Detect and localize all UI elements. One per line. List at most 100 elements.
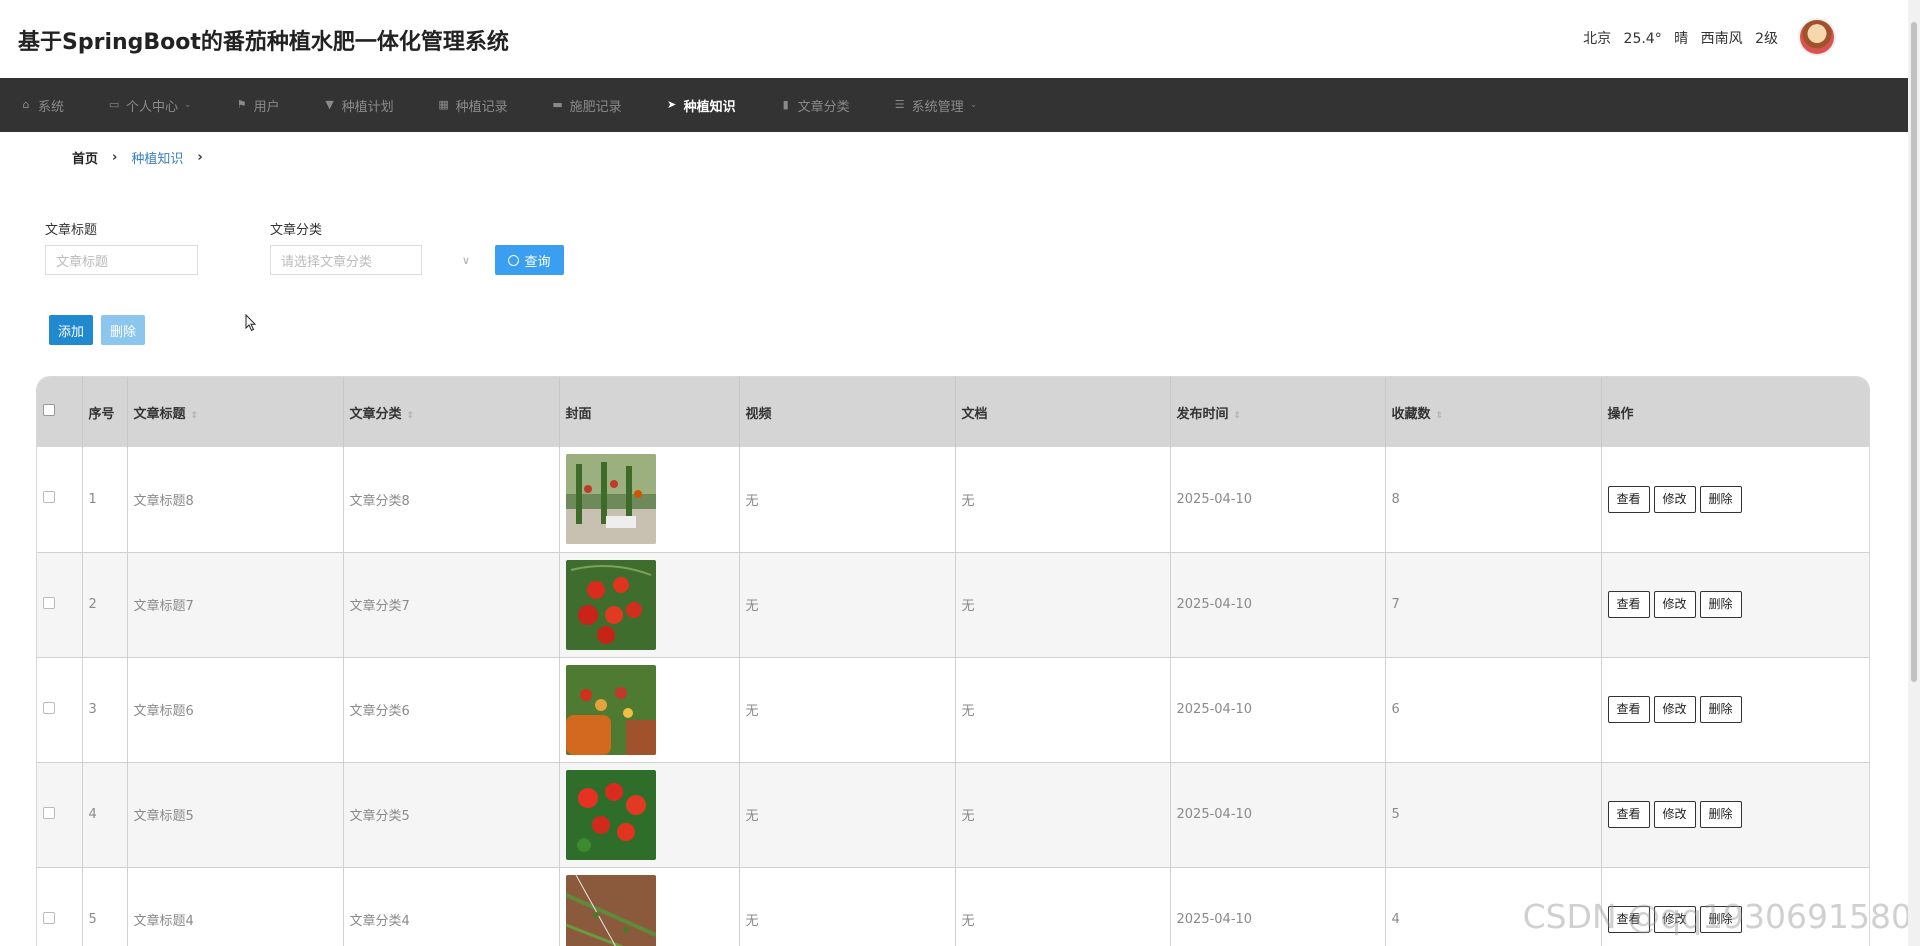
nav-label: 系统管理 <box>911 99 964 115</box>
delete-button[interactable]: 删除 <box>1699 696 1742 723</box>
nav-label: 文章分类 <box>797 99 850 115</box>
main-navbar: ⌂ 系统 ▭ 个人中心 ⌄ ⚑ 用户 ▼ 种植计划 ▦ 种植记录 ▬ 施肥记录 … <box>0 78 1908 132</box>
column-header-title[interactable]: 文章标题 ⇕ <box>127 377 344 447</box>
cover-image[interactable] <box>565 874 656 946</box>
avatar[interactable] <box>1798 18 1836 56</box>
breadcrumb-separator: › <box>197 150 203 165</box>
row-cover-cell <box>559 447 740 553</box>
title-search-label: 文章标题 <box>45 223 98 238</box>
table-row: 3 文章标题6 文章分类6 无 无 2025-04-10 6 查看 修改 删除 <box>37 657 1869 763</box>
column-header-index: 序号 <box>82 377 128 447</box>
nav-item-system-management[interactable]: ☰ 系统管理 ⌄ <box>872 78 1000 132</box>
batch-delete-button[interactable]: 删除 <box>101 315 145 345</box>
row-video: 无 <box>739 447 956 553</box>
table-row: 1 文章标题8 文章分类8 无 无 2025-04-10 8 查看 修改 删除 <box>37 447 1869 553</box>
page-scrollbar[interactable] <box>1908 0 1920 946</box>
column-header-publish-time[interactable]: 发布时间 ⇕ <box>1170 377 1386 447</box>
row-title: 文章标题5 <box>127 762 344 868</box>
row-checkbox[interactable] <box>43 911 55 924</box>
column-header-cover: 封面 <box>559 377 740 447</box>
category-select-placeholder: 请选择文章分类 <box>281 254 373 270</box>
nav-label: 种植计划 <box>341 99 394 115</box>
nav-item-system[interactable]: ⌂ 系统 <box>0 78 86 132</box>
add-button[interactable]: 添加 <box>49 315 93 345</box>
row-publish-time: 2025-04-10 <box>1170 552 1386 658</box>
row-category: 文章分类5 <box>343 762 560 868</box>
trophy-icon: ▼ <box>325 98 334 111</box>
row-title: 文章标题8 <box>127 447 344 553</box>
sort-icon[interactable]: ⇕ <box>191 411 199 421</box>
edit-button[interactable]: 修改 <box>1653 801 1696 828</box>
row-favorites: 6 <box>1385 657 1602 763</box>
nav-item-planting-record[interactable]: ▦ 种植记录 <box>416 78 530 132</box>
weather-condition: 晴 <box>1674 31 1689 47</box>
breadcrumb-home[interactable]: 首页 <box>72 148 98 167</box>
row-document: 无 <box>955 762 1171 868</box>
row-checkbox[interactable] <box>43 491 55 504</box>
query-button[interactable]: 查询 <box>495 245 564 275</box>
nav-label: 种植知识 <box>683 99 736 115</box>
row-document: 无 <box>955 867 1171 946</box>
cover-image[interactable] <box>565 559 656 650</box>
calendar-icon: ▭ <box>108 98 120 111</box>
column-header-favorites[interactable]: 收藏数 ⇕ <box>1385 377 1602 447</box>
nav-item-planting-knowledge[interactable]: ➤ 种植知识 <box>644 78 758 132</box>
grid-icon: ▦ <box>438 98 449 111</box>
column-header-category-label: 文章分类 <box>349 406 402 422</box>
delete-button[interactable]: 删除 <box>1699 591 1742 618</box>
row-checkbox[interactable] <box>43 701 55 714</box>
column-header-video: 视频 <box>739 377 956 447</box>
cover-image[interactable] <box>565 769 656 860</box>
weather-level: 2级 <box>1755 31 1778 47</box>
sort-icon[interactable]: ⇕ <box>1436 411 1444 421</box>
row-index: 3 <box>82 657 128 763</box>
row-checkbox[interactable] <box>43 806 55 819</box>
view-button[interactable]: 查看 <box>1607 801 1650 828</box>
nav-item-planting-plan[interactable]: ▼ 种植计划 <box>302 78 416 132</box>
breadcrumb-separator: › <box>112 150 118 165</box>
nav-item-users[interactable]: ⚑ 用户 <box>214 78 302 132</box>
cover-image[interactable] <box>565 664 656 755</box>
row-select-cell <box>37 762 83 868</box>
row-select-cell <box>37 867 83 946</box>
breadcrumb: 首页 › 种植知识 › <box>72 148 217 167</box>
sort-icon[interactable]: ⇕ <box>1234 411 1242 421</box>
chevron-down-icon: ⌄ <box>184 100 192 110</box>
nav-item-fertilizer-record[interactable]: ▬ 施肥记录 <box>530 78 644 132</box>
watermark: CSDN @qq1930691580 <box>1522 897 1912 936</box>
view-button[interactable]: 查看 <box>1607 591 1650 618</box>
delete-button[interactable]: 删除 <box>1699 801 1742 828</box>
sort-icon[interactable]: ⇕ <box>407 411 415 421</box>
category-select[interactable]: 请选择文章分类 ∨ <box>270 245 470 275</box>
row-actions: 查看 修改 删除 <box>1601 447 1869 553</box>
edit-button[interactable]: 修改 <box>1653 696 1696 723</box>
view-button[interactable]: 查看 <box>1607 696 1650 723</box>
select-all-cell <box>37 377 83 447</box>
table-row: 2 文章标题7 文章分类7 无 无 2025-04-10 7 查看 修改 删除 <box>37 552 1869 658</box>
title-search-input[interactable]: 文章标题 <box>45 245 198 275</box>
chat-icon: ▬ <box>552 98 563 111</box>
sliders-icon: ☰ <box>894 98 905 111</box>
breadcrumb-current[interactable]: 种植知识 <box>131 148 183 167</box>
edit-button[interactable]: 修改 <box>1653 485 1696 513</box>
row-index: 1 <box>82 447 128 553</box>
row-select-cell <box>37 657 83 763</box>
delete-button[interactable]: 删除 <box>1699 485 1742 513</box>
row-favorites: 5 <box>1385 762 1602 868</box>
row-category: 文章分类6 <box>343 657 560 763</box>
scrollbar-thumb[interactable] <box>1911 22 1917 682</box>
nav-label: 个人中心 <box>126 99 179 115</box>
row-checkbox[interactable] <box>43 596 55 609</box>
row-video: 无 <box>739 552 956 658</box>
row-title: 文章标题4 <box>127 867 344 946</box>
nav-item-personal-center[interactable]: ▭ 个人中心 ⌄ <box>86 78 214 132</box>
select-all-checkbox[interactable] <box>43 404 55 416</box>
column-header-actions: 操作 <box>1601 377 1869 447</box>
cover-image[interactable] <box>565 454 656 545</box>
view-button[interactable]: 查看 <box>1607 485 1650 513</box>
edit-button[interactable]: 修改 <box>1653 591 1696 618</box>
nav-item-article-category[interactable]: ▮ 文章分类 <box>758 78 872 132</box>
query-button-label: 查询 <box>524 254 551 270</box>
column-header-category[interactable]: 文章分类 ⇕ <box>343 377 560 447</box>
category-select-field[interactable]: 请选择文章分类 <box>270 245 422 275</box>
